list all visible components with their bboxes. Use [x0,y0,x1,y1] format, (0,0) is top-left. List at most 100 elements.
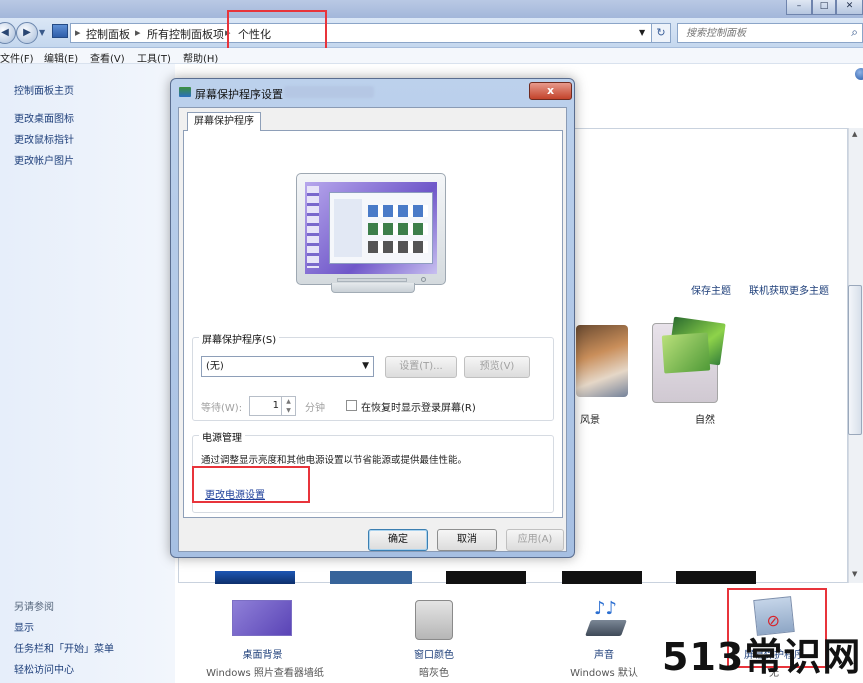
mini-window-row [368,223,428,235]
sound-device-icon [585,620,627,636]
screensaver-select-value: (无) [206,361,224,372]
monitor-preview [296,173,451,297]
site-watermark: 513常识网 [662,635,862,679]
monitor-screen [305,182,437,274]
highlight-box-power-link [192,466,310,503]
blurred-title-text [284,86,374,98]
scrollbar-thumb[interactable] [848,285,862,435]
sound-value: Windows 默认 [570,668,638,679]
theme-label-landscape[interactable]: 风景 [580,411,600,426]
theme-thumbnail-nature[interactable] [652,316,726,403]
mini-window-sidebar [334,199,362,257]
menu-file[interactable]: 文件(F) [0,50,34,65]
monitor-frame [296,173,446,285]
screensaver-group-title: 屏幕保护程序(S) [199,331,280,346]
menu-help[interactable]: 帮助(H) [183,50,218,65]
nature-image [661,332,711,374]
link-control-panel-home[interactable]: 控制面板主页 [14,82,74,97]
link-taskbar-start-menu[interactable]: 任务栏和「开始」菜单 [14,640,114,655]
crumb-separator-icon: ▸ [75,26,81,39]
crumb-separator-icon: ▸ [135,26,141,39]
preview-button[interactable]: 预览(V) [464,356,530,378]
wait-minutes-value: 1 [272,400,279,411]
address-dropdown-icon[interactable]: ▼ [639,28,645,37]
window-color-label[interactable]: 窗口颜色 [384,646,484,661]
history-dropdown-icon[interactable]: ▼ [39,28,45,37]
menu-tools[interactable]: 工具(T) [137,50,171,65]
menu-bar: 文件(F) 编辑(E) 查看(V) 工具(T) 帮助(H) [0,48,863,65]
minimize-button[interactable]: – [786,0,812,15]
search-box[interactable]: ⌕ [677,23,863,43]
wait-minutes-spinner[interactable]: 1 ▲ ▼ [249,396,296,416]
resume-login-checkbox[interactable] [346,400,357,411]
spinner-arrows-icon[interactable]: ▲ ▼ [281,397,295,415]
address-field[interactable]: ▸ 控制面板 ▸ 所有控制面板项 ▸ 个性化 ▼ [70,23,670,43]
power-description: 通过调整显示亮度和其他电源设置以节省能源或提供最佳性能。 [201,455,468,466]
back-button[interactable]: ◀ [0,22,16,44]
power-button-icon [421,277,426,282]
desktop-background-label[interactable]: 桌面背景 [200,646,325,661]
link-change-mouse-pointers[interactable]: 更改鼠标指针 [14,131,74,146]
resume-login-label[interactable]: 在恢复时显示登录屏幕(R) [361,399,476,414]
ok-button[interactable]: 确定 [368,529,428,551]
cancel-button[interactable]: 取消 [437,529,497,551]
mini-window-row [368,241,428,253]
tab-page: 屏幕保护程序(S) (无) ▼ 设置(T)... 预览(V) 等待(W): 1 … [183,130,563,518]
help-icon[interactable] [855,68,863,80]
control-panel-icon [52,24,68,38]
wait-label: 等待(W): [201,403,243,414]
scroll-down-icon[interactable]: ▼ [852,570,857,578]
close-window-button[interactable]: ✕ [836,0,863,15]
monitor-stand [331,283,415,293]
screensaver-select[interactable]: (无) ▼ [201,356,374,377]
left-nav-pane: 控制面板主页 更改桌面图标 更改鼠标指针 更改帐户图片 另请参阅 显示 任务栏和… [0,64,175,683]
link-ease-of-access[interactable]: 轻松访问中心 [14,661,74,676]
desktop-background-value: Windows 照片查看器墙纸 [206,668,324,679]
sound-icon[interactable]: ♪♪ [585,598,630,640]
address-bar: ◀ ▶ ▼ ▸ 控制面板 ▸ 所有控制面板项 ▸ 个性化 ▼ ↻ ⌕ [0,18,863,48]
link-display[interactable]: 显示 [14,619,34,634]
desktop-icons-preview [307,186,319,268]
power-group-title: 电源管理 [199,429,245,444]
window-color-value: 暗灰色 [419,668,449,679]
mini-window-row [368,205,428,217]
tab-screensaver[interactable]: 屏幕保护程序 [187,112,261,131]
link-change-desktop-icons[interactable]: 更改桌面图标 [14,110,74,125]
apply-button[interactable]: 应用(A) [506,529,564,551]
screensaver-app-icon [179,87,191,97]
theme-thumbnail-strip[interactable] [215,571,295,584]
dialog-close-button[interactable]: x [529,82,572,100]
link-change-account-picture[interactable]: 更改帐户图片 [14,152,74,167]
mini-window-preview [329,192,433,264]
refresh-button[interactable]: ↻ [651,23,671,43]
get-more-themes-link[interactable]: 联机获取更多主题 [749,282,829,297]
sound-label[interactable]: 声音 [554,646,654,661]
theme-thumbnail-strip[interactable] [562,571,642,584]
theme-label-nature[interactable]: 自然 [695,411,715,426]
crumb-all-items[interactable]: 所有控制面板项 [147,26,224,42]
menu-edit[interactable]: 编辑(E) [44,50,78,65]
music-note-icon: ♪♪ [594,598,617,619]
crumb-control-panel[interactable]: 控制面板 [86,26,130,42]
wait-unit-label: 分钟 [305,403,325,414]
screensaver-group: 屏幕保护程序(S) (无) ▼ 设置(T)... 预览(V) 等待(W): 1 … [192,331,554,421]
scroll-up-icon[interactable]: ▲ [852,130,857,138]
see-also-heading: 另请参阅 [14,602,54,613]
maximize-button[interactable]: □ [812,0,836,15]
save-theme-link[interactable]: 保存主题 [691,282,731,297]
search-input[interactable] [684,25,834,41]
window-color-icon[interactable] [415,600,453,640]
desktop-background-icon[interactable] [232,600,292,636]
theme-thumbnail-strip[interactable] [676,571,756,584]
dialog-title: 屏幕保护程序设置 [195,88,283,101]
theme-thumbnail-strip[interactable] [446,571,526,584]
settings-button[interactable]: 设置(T)... [385,356,457,378]
theme-thumbnail-landscape[interactable] [576,325,628,397]
window-titlebar: – □ ✕ [0,0,863,18]
search-icon[interactable]: ⌕ [851,25,858,40]
monitor-bezel-slot [337,278,407,282]
menu-view[interactable]: 查看(V) [90,50,125,65]
theme-thumbnail-strip[interactable] [330,571,412,584]
forward-button[interactable]: ▶ [16,22,38,44]
chevron-down-icon: ▼ [362,361,369,371]
